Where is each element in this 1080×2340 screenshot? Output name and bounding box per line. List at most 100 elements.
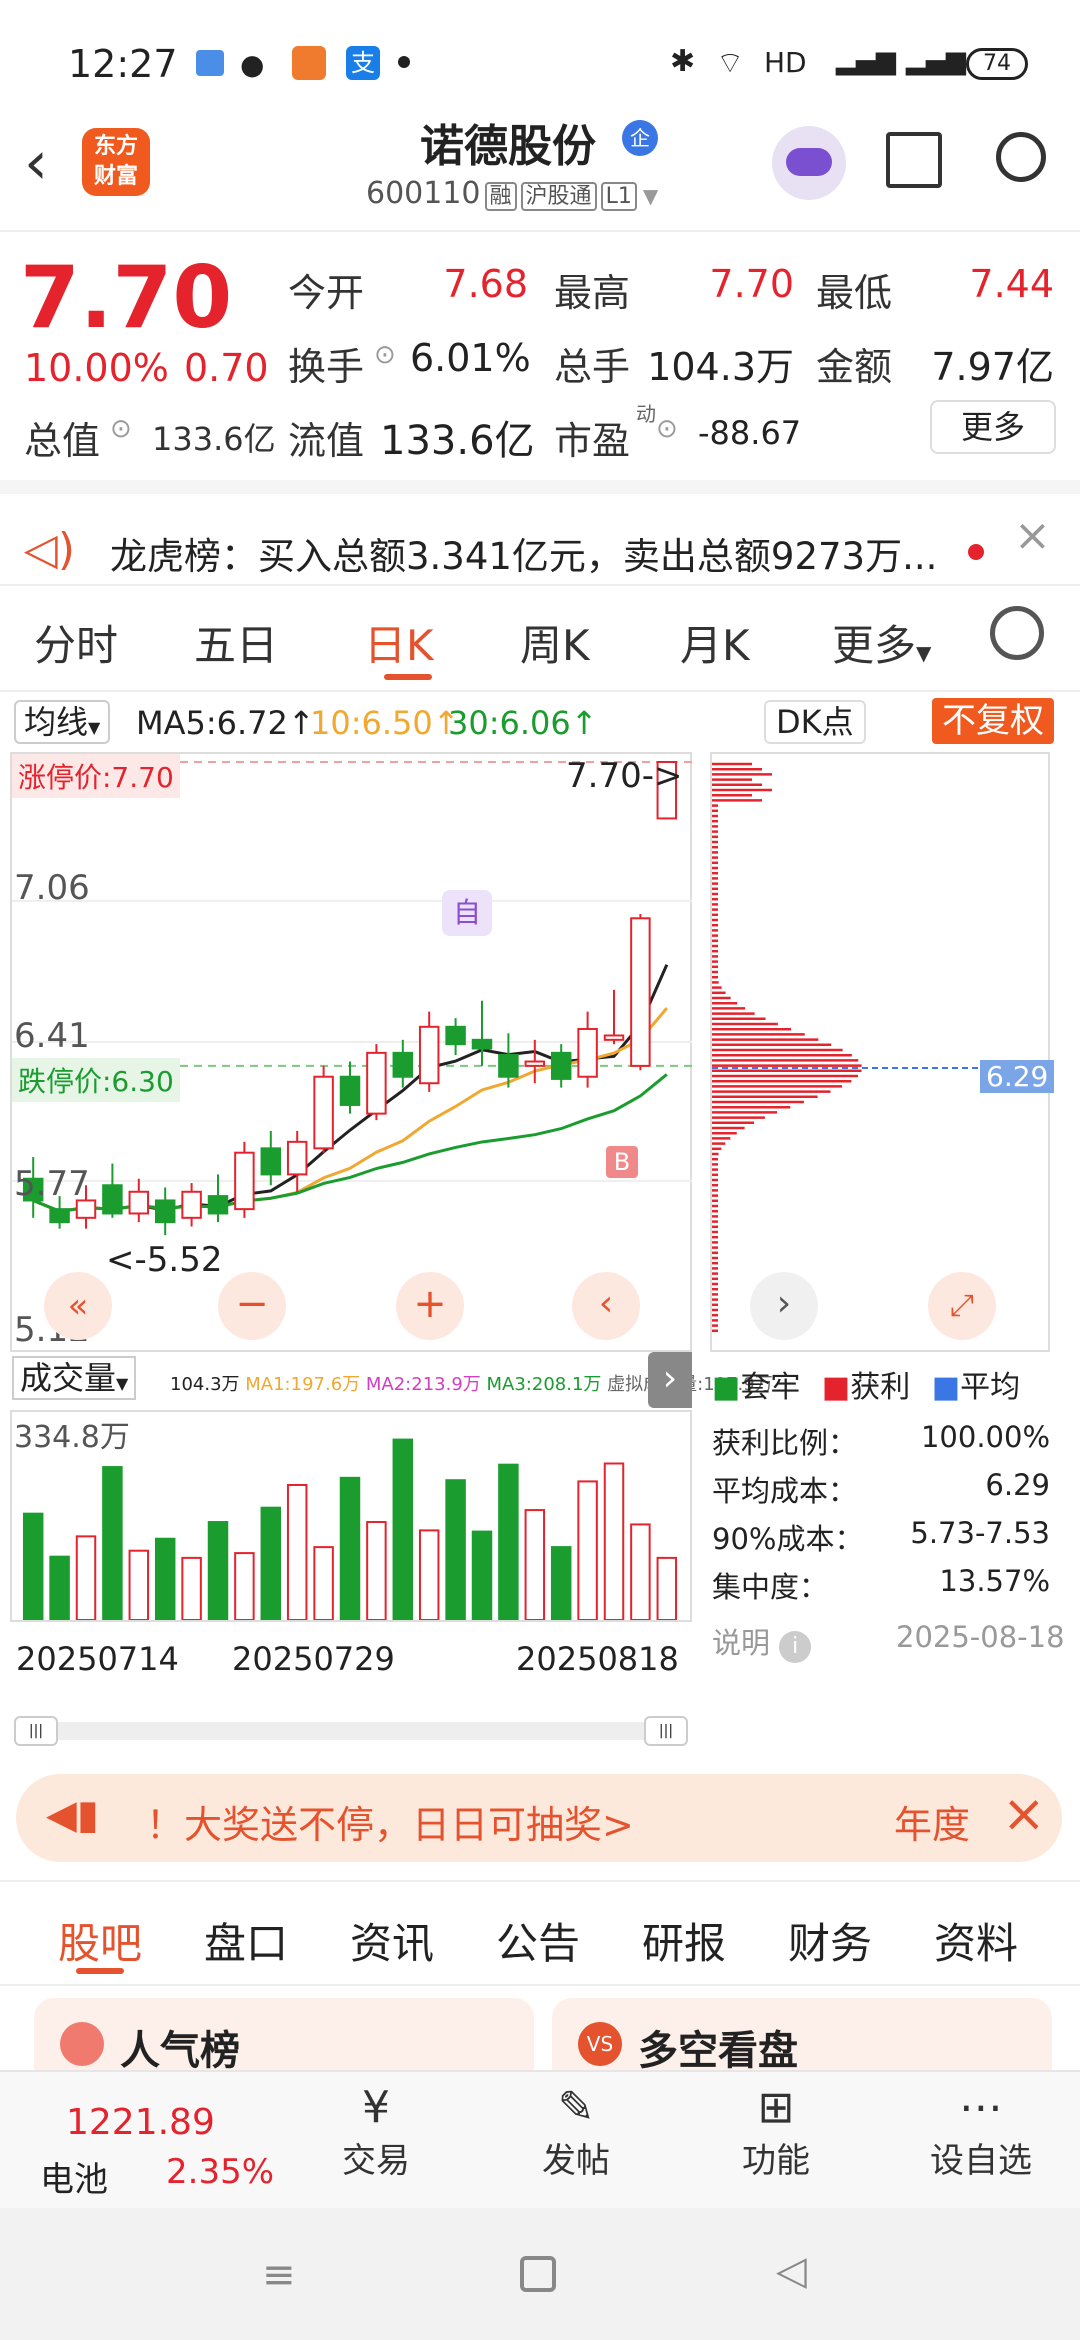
- nav-functions[interactable]: ⊞ 功能: [716, 2082, 836, 2182]
- tab-pankou[interactable]: 盘口: [204, 1910, 288, 1971]
- volume-selector[interactable]: 成交量▼: [12, 1356, 137, 1400]
- edit-icon: ✎: [557, 2082, 595, 2133]
- tab-5day[interactable]: 五日: [194, 612, 278, 673]
- zoom-in-icon[interactable]: +: [396, 1272, 464, 1340]
- nav-trade[interactable]: ¥ 交易: [316, 2082, 436, 2182]
- value-float: 133.6亿: [380, 418, 535, 464]
- candle-body: [234, 1151, 255, 1211]
- close-icon[interactable]: ×: [1002, 1784, 1046, 1844]
- card-title: 多空看盘: [638, 2028, 798, 2074]
- nav-label: 设自选: [930, 2141, 1032, 2181]
- tab-monthly-k[interactable]: 月K: [680, 612, 750, 673]
- back-icon[interactable]: ‹: [24, 128, 48, 198]
- tab-profile[interactable]: 资料: [934, 1910, 1018, 1971]
- index-value[interactable]: 1221.89: [66, 2102, 215, 2143]
- chevron-right-icon[interactable]: ›: [648, 1352, 692, 1408]
- bottom-nav: 1221.89 电池 2.35% ¥ 交易 ✎ 发帖 ⊞ 功能 ⋯ 设自选: [0, 2070, 1080, 2208]
- bull-bear-card[interactable]: VS 多空看盘: [552, 1998, 1052, 2078]
- index-pct[interactable]: 2.35%: [166, 2152, 274, 2192]
- legend-swatch: ■: [821, 1370, 851, 1405]
- tab-finance[interactable]: 财务: [788, 1910, 872, 1971]
- index-name[interactable]: 电池: [40, 2152, 108, 2201]
- home-icon[interactable]: [520, 2256, 556, 2292]
- slider-handle[interactable]: |||: [14, 1716, 58, 1746]
- range-slider[interactable]: ||| |||: [14, 1716, 688, 1746]
- tab-announcement[interactable]: 公告: [496, 1910, 580, 1971]
- candle-body: [128, 1190, 150, 1215]
- search-icon[interactable]: [996, 132, 1046, 182]
- chevron-down-icon: ▼: [642, 184, 659, 208]
- divider: [0, 1880, 1080, 1882]
- chip-note[interactable]: 说明 i: [712, 1620, 812, 1663]
- unread-dot: [968, 544, 984, 560]
- tab-daily-k[interactable]: 日K: [364, 612, 434, 673]
- share-icon[interactable]: [886, 132, 942, 188]
- ma30-readout: 30:6.06↑: [448, 704, 598, 742]
- label-open: 今开: [288, 271, 365, 315]
- chip-stat-value: 100.00%: [920, 1420, 1050, 1454]
- dk-point-button[interactable]: DK点: [764, 700, 866, 744]
- assistant-avatar[interactable]: [772, 126, 846, 200]
- value-open: 7.68: [443, 262, 528, 306]
- stock-code-row[interactable]: 600110 融沪股通 L1 ▼: [366, 176, 658, 211]
- buy-marker[interactable]: B: [606, 1146, 638, 1178]
- nav-add-watchlist[interactable]: ⋯ 设自选: [916, 2082, 1046, 2182]
- self-select-marker[interactable]: 自: [442, 890, 492, 936]
- info-icon[interactable]: ⊙: [374, 340, 396, 370]
- volume-bar: [524, 1509, 546, 1621]
- tab-weekly-k[interactable]: 周K: [520, 612, 590, 673]
- volume-bar: [260, 1506, 282, 1621]
- tab-more[interactable]: 更多▼: [832, 612, 931, 673]
- info-icon[interactable]: ⊙: [110, 414, 132, 444]
- limit-down-label: 跌停价:6.30: [12, 1058, 180, 1102]
- volume-stat: MA3:208.1万: [486, 1374, 602, 1395]
- back-icon[interactable]: ◁: [776, 2248, 807, 2294]
- nav-label: 发帖: [542, 2141, 610, 2181]
- tab-research[interactable]: 研报: [642, 1910, 726, 1971]
- last-price: 7.70: [20, 248, 233, 348]
- app-icon: [292, 46, 326, 80]
- wechat-icon: ●: [240, 48, 265, 81]
- candle-body: [418, 1025, 440, 1085]
- promo-banner[interactable]: ◀▮ ！大奖送不停，日日可抽奖> 年度 ×: [16, 1774, 1062, 1862]
- menu-icon[interactable]: ≡: [262, 2252, 296, 2298]
- expand-icon[interactable]: ⤢: [928, 1272, 996, 1340]
- candle-body: [603, 1034, 625, 1041]
- legend-label: 获利: [850, 1370, 911, 1405]
- notice-text[interactable]: 龙虎榜：买入总额3.341亿元，卖出总额9273万...: [110, 526, 960, 580]
- more-button[interactable]: 更多: [930, 400, 1056, 454]
- y-label: 6.41: [14, 1016, 90, 1056]
- zoom-out-icon[interactable]: −: [218, 1272, 286, 1340]
- label-high: 最高: [554, 271, 631, 315]
- volume-bar: [471, 1530, 493, 1621]
- volume-bar: [234, 1552, 255, 1622]
- date-label: 20250729: [232, 1640, 395, 1678]
- info-icon[interactable]: ⊙: [656, 414, 678, 444]
- legend-label: 平均: [960, 1370, 1021, 1405]
- candle-body: [577, 1027, 598, 1078]
- tab-news[interactable]: 资讯: [350, 1910, 434, 1971]
- network-type: HD: [764, 46, 807, 79]
- scroll-left-fast-icon[interactable]: «: [44, 1272, 112, 1340]
- popularity-card[interactable]: 人气榜: [34, 1998, 534, 2078]
- dot-icon: [398, 56, 410, 68]
- tab-intraday[interactable]: 分时: [34, 612, 118, 673]
- chip-distribution[interactable]: [710, 752, 1050, 1352]
- volume-bar: [22, 1512, 44, 1621]
- ma-selector[interactable]: 均线▼: [14, 700, 111, 744]
- scroll-left-icon[interactable]: ‹: [572, 1272, 640, 1340]
- chevron-right-icon[interactable]: ›: [750, 1272, 818, 1340]
- slider-handle[interactable]: |||: [644, 1716, 688, 1746]
- volume-bar: [498, 1463, 519, 1621]
- value-high: 7.70: [709, 262, 794, 306]
- candle-body: [630, 917, 651, 1067]
- y-label: 7.06: [14, 868, 90, 908]
- candle-body: [471, 1038, 493, 1050]
- tab-guba[interactable]: 股吧: [58, 1910, 142, 1971]
- app-logo[interactable]: 东方 财富: [82, 128, 150, 196]
- close-icon[interactable]: ×: [1014, 510, 1051, 561]
- adjust-button[interactable]: 不复权: [932, 698, 1054, 744]
- gear-icon[interactable]: [990, 606, 1044, 660]
- volume-bar: [286, 1483, 308, 1621]
- nav-post[interactable]: ✎ 发帖: [516, 2082, 636, 2182]
